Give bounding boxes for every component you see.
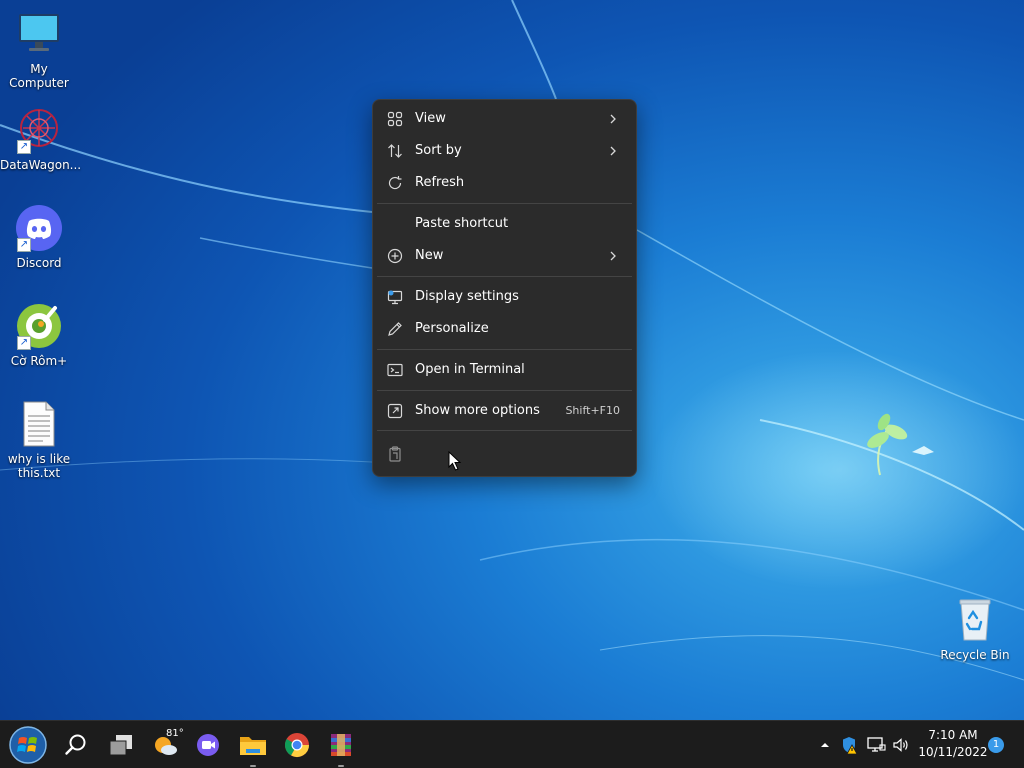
menu-item-view[interactable]: View: [377, 104, 632, 134]
pen-icon: [387, 321, 403, 337]
menu-separator: [377, 430, 632, 431]
menu-item-personalize[interactable]: Personalize: [377, 314, 632, 344]
desktop-icon-label: Discord: [16, 256, 62, 270]
desktop-icon-datawagon[interactable]: ↗ DataWagon...: [0, 106, 82, 172]
display-settings-icon: [387, 289, 403, 305]
chevron-right-icon: [608, 143, 618, 159]
datawagon-logo-icon: ↗: [15, 106, 63, 154]
search-icon: [65, 734, 86, 755]
windows-orb-icon: [9, 726, 47, 764]
taskbar-chrome-button[interactable]: [281, 729, 313, 761]
menu-separator: [377, 203, 632, 204]
chrome-icon: [284, 733, 309, 758]
grid-view-icon: [387, 111, 403, 127]
keyboard-shortcut: Shift+F10: [565, 404, 620, 417]
menu-item-show-more-options[interactable]: Show more options Shift+F10: [377, 396, 632, 426]
recycle-bin-icon: [951, 596, 999, 644]
menu-item-sort-by[interactable]: Sort by: [377, 136, 632, 166]
desktop-context-menu: View Sort by Refresh Paste shortcut New …: [372, 99, 637, 477]
refresh-icon: [387, 175, 403, 191]
desktop-icon-label: why is like this.txt: [7, 452, 71, 480]
desktop-icon-my-computer[interactable]: My Computer: [0, 10, 78, 90]
menu-item-label: Refresh: [415, 175, 465, 190]
menu-item-display-settings[interactable]: Display settings: [377, 282, 632, 312]
taskbar-search-button[interactable]: [60, 729, 92, 761]
desktop-icon-text-file[interactable]: why is like this.txt: [0, 400, 78, 480]
menu-item-label: Sort by: [415, 143, 462, 158]
chevron-right-icon: [608, 111, 618, 127]
taskbar: 81° 7:10 AM 10/11/2022 1: [0, 720, 1024, 768]
menu-separator: [377, 349, 632, 350]
menu-item-label: Open in Terminal: [415, 362, 525, 377]
desktop-icon-discord[interactable]: ↗ Discord: [0, 204, 78, 270]
volume-icon: [893, 738, 908, 752]
menu-item-label: Show more options: [415, 403, 540, 418]
coc-coc-icon: ↗: [15, 302, 63, 350]
taskbar-chat-button[interactable]: [192, 729, 224, 761]
menu-item-label: View: [415, 111, 446, 126]
chevron-right-icon: [608, 248, 618, 264]
paste-icon: [387, 446, 403, 462]
menu-item-label: Paste shortcut: [415, 216, 509, 231]
mouse-cursor-icon: [448, 451, 462, 471]
desktop-icon-label: My Computer: [9, 62, 69, 90]
menu-item-label: New: [415, 248, 444, 263]
chat-icon: [197, 734, 219, 756]
menu-separator: [377, 390, 632, 391]
menu-item-open-in-terminal[interactable]: Open in Terminal: [377, 355, 632, 385]
clock-date: 10/11/2022: [918, 745, 988, 759]
plus-circle-icon: [387, 248, 403, 264]
notification-badge[interactable]: 1: [988, 737, 1004, 753]
task-view-icon: [109, 735, 132, 756]
clock-time: 7:10 AM: [928, 728, 978, 742]
start-button[interactable]: [8, 725, 48, 765]
taskbar-clock[interactable]: 7:10 AM 10/11/2022: [918, 727, 988, 761]
shortcut-arrow-icon: ↗: [17, 238, 31, 252]
discord-icon: ↗: [15, 204, 63, 252]
taskbar-file-explorer-button[interactable]: [237, 729, 269, 767]
folder-icon: [240, 737, 266, 755]
menu-action-paste[interactable]: [377, 439, 409, 469]
shortcut-arrow-icon: ↗: [17, 336, 31, 350]
shortcut-arrow-icon: ↗: [17, 140, 31, 154]
more-options-icon: [387, 403, 403, 419]
winrar-icon: [331, 734, 351, 756]
desktop-icon-label: DataWagon...: [0, 158, 82, 172]
menu-item-label: Display settings: [415, 289, 519, 304]
weather-temperature: 81°: [166, 728, 184, 739]
security-warning-icon: [843, 737, 858, 755]
tray-network-button[interactable]: [866, 735, 886, 755]
tray-overflow-button[interactable]: [815, 735, 835, 755]
running-indicator: [338, 765, 344, 767]
sort-arrows-icon: [387, 143, 403, 159]
taskbar-winrar-button[interactable]: [325, 729, 357, 767]
taskbar-weather-button[interactable]: 81°: [150, 728, 184, 761]
chevron-up-icon: [821, 743, 829, 747]
menu-item-label: Personalize: [415, 321, 489, 336]
menu-item-new[interactable]: New: [377, 241, 632, 271]
desktop-icon-label: Recycle Bin: [940, 648, 1010, 662]
desktop-icon-label: Cờ Rôm+: [10, 354, 68, 368]
terminal-icon: [387, 362, 403, 378]
tray-volume-button[interactable]: [891, 735, 911, 755]
menu-item-refresh[interactable]: Refresh: [377, 168, 632, 198]
monitor-icon: [15, 10, 63, 58]
menu-separator: [377, 276, 632, 277]
taskbar-task-view-button[interactable]: [105, 729, 137, 761]
text-file-icon: [15, 400, 63, 448]
tray-security-button[interactable]: [839, 735, 859, 755]
network-icon: [867, 737, 886, 752]
desktop-icon-recycle-bin[interactable]: Recycle Bin: [936, 596, 1014, 662]
menu-item-paste-shortcut[interactable]: Paste shortcut: [377, 209, 632, 239]
running-indicator: [250, 765, 256, 767]
desktop-icon-coc-coc[interactable]: ↗ Cờ Rôm+: [0, 302, 78, 368]
